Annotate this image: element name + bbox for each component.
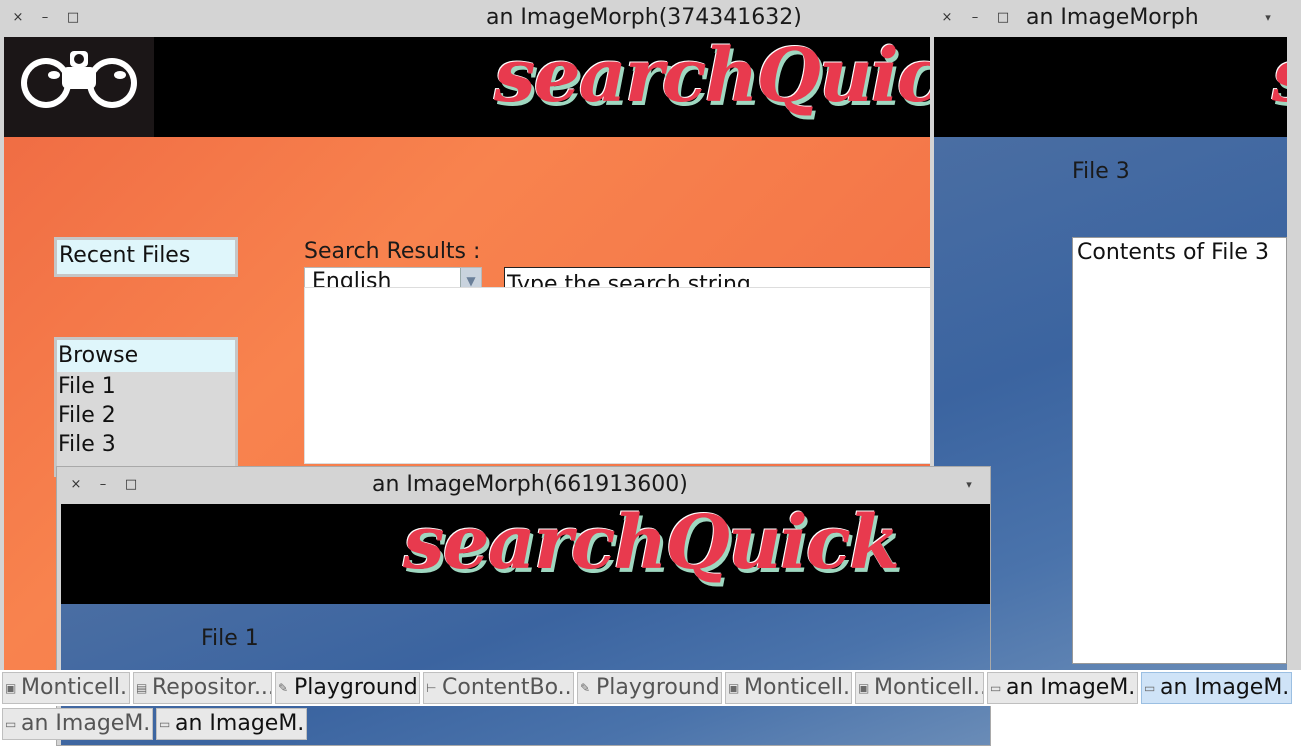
window-icon: ▭ (1144, 681, 1156, 695)
package-icon: ▣ (5, 681, 17, 695)
taskbar-item[interactable]: ✎ Playground (577, 672, 722, 704)
taskbar-item[interactable]: ▣ Monticell... (2, 672, 130, 704)
recent-files-button[interactable]: Recent Files (54, 237, 238, 277)
search-results-list[interactable] (304, 287, 930, 464)
repository-icon: ▤ (136, 681, 148, 695)
banner: searchQuick (61, 504, 990, 604)
searchquick-wordmark: searchQuick (403, 504, 900, 586)
window-menu-icon[interactable]: ▾ (960, 476, 978, 494)
window-title: an ImageMorph (1026, 5, 1199, 30)
searchquick-wordmark: searchQuick (494, 37, 930, 119)
taskbar-item[interactable]: ▭ an ImageM... (156, 708, 307, 740)
taskbar-item[interactable]: ▭ an ImageM... (987, 672, 1138, 704)
close-icon[interactable]: × (9, 9, 27, 27)
window-icon: ▭ (990, 681, 1002, 695)
minimize-icon[interactable]: – (36, 9, 54, 27)
banner: searchQuick (4, 37, 930, 137)
package-icon: ▣ (858, 681, 870, 695)
maximize-icon[interactable]: □ (64, 9, 82, 27)
package-icon: ▣ (728, 681, 740, 695)
taskbar-item[interactable]: ✎ Playground (275, 672, 420, 704)
minimize-icon[interactable]: – (966, 9, 984, 27)
taskbar-item[interactable]: ▭ an ImageM... (2, 708, 153, 740)
taskbar-item[interactable]: ▣ Monticell... (855, 672, 984, 704)
searchquick-wordmark: searchQuick (1272, 37, 1287, 119)
right-window-titlebar[interactable]: × – □ an ImageMorph ▾ (930, 0, 1301, 36)
maximize-icon[interactable]: □ (122, 476, 140, 494)
window-icon: ▭ (159, 717, 171, 731)
window-title: an ImageMorph(374341632) (486, 5, 802, 30)
main-window-titlebar[interactable]: × – □ an ImageMorph(374341632) (0, 0, 930, 36)
taskbar-item[interactable]: ▤ Repositor... (133, 672, 272, 704)
taskbar-row-1: ▣ Monticell... ▤ Repositor... ✎ Playground … (0, 670, 1301, 706)
taskbar-item[interactable]: ▭ an ImageM... (1141, 672, 1292, 704)
window-icon: ▭ (5, 717, 17, 731)
close-icon[interactable]: × (67, 476, 85, 494)
window-menu-icon[interactable]: ▾ (1259, 9, 1277, 27)
edit-icon: ✎ (278, 681, 289, 695)
browse-panel: Browse File 1 File 2 File 3 (54, 337, 238, 477)
taskbar-item[interactable]: ▣ Monticell... (725, 672, 852, 704)
file-contents-pane[interactable]: Contents of File 3 (1072, 237, 1287, 664)
list-item-file-3[interactable]: File 3 (57, 430, 235, 459)
bottom-window-titlebar[interactable]: × – □ an ImageMorph(661913600) ▾ (57, 467, 990, 503)
minimize-icon[interactable]: – (94, 476, 112, 494)
close-icon[interactable]: × (938, 9, 956, 27)
list-item-file-2[interactable]: File 2 (57, 401, 235, 430)
list-item-file-1[interactable]: File 1 (57, 372, 235, 401)
browse-header[interactable]: Browse (57, 340, 235, 372)
file-label: File 1 (201, 626, 259, 651)
edit-icon: ✎ (580, 681, 591, 695)
binoculars-logo-icon (4, 37, 154, 137)
maximize-icon[interactable]: □ (994, 9, 1012, 27)
taskbar-item[interactable]: ⊢ ContentBo... (423, 672, 574, 704)
hierarchy-icon: ⊢ (426, 681, 437, 695)
window-title: an ImageMorph(661913600) (372, 472, 688, 497)
search-results-label: Search Results : (304, 239, 481, 264)
file-label: File 3 (1072, 159, 1130, 184)
banner: searchQuick (934, 37, 1287, 137)
